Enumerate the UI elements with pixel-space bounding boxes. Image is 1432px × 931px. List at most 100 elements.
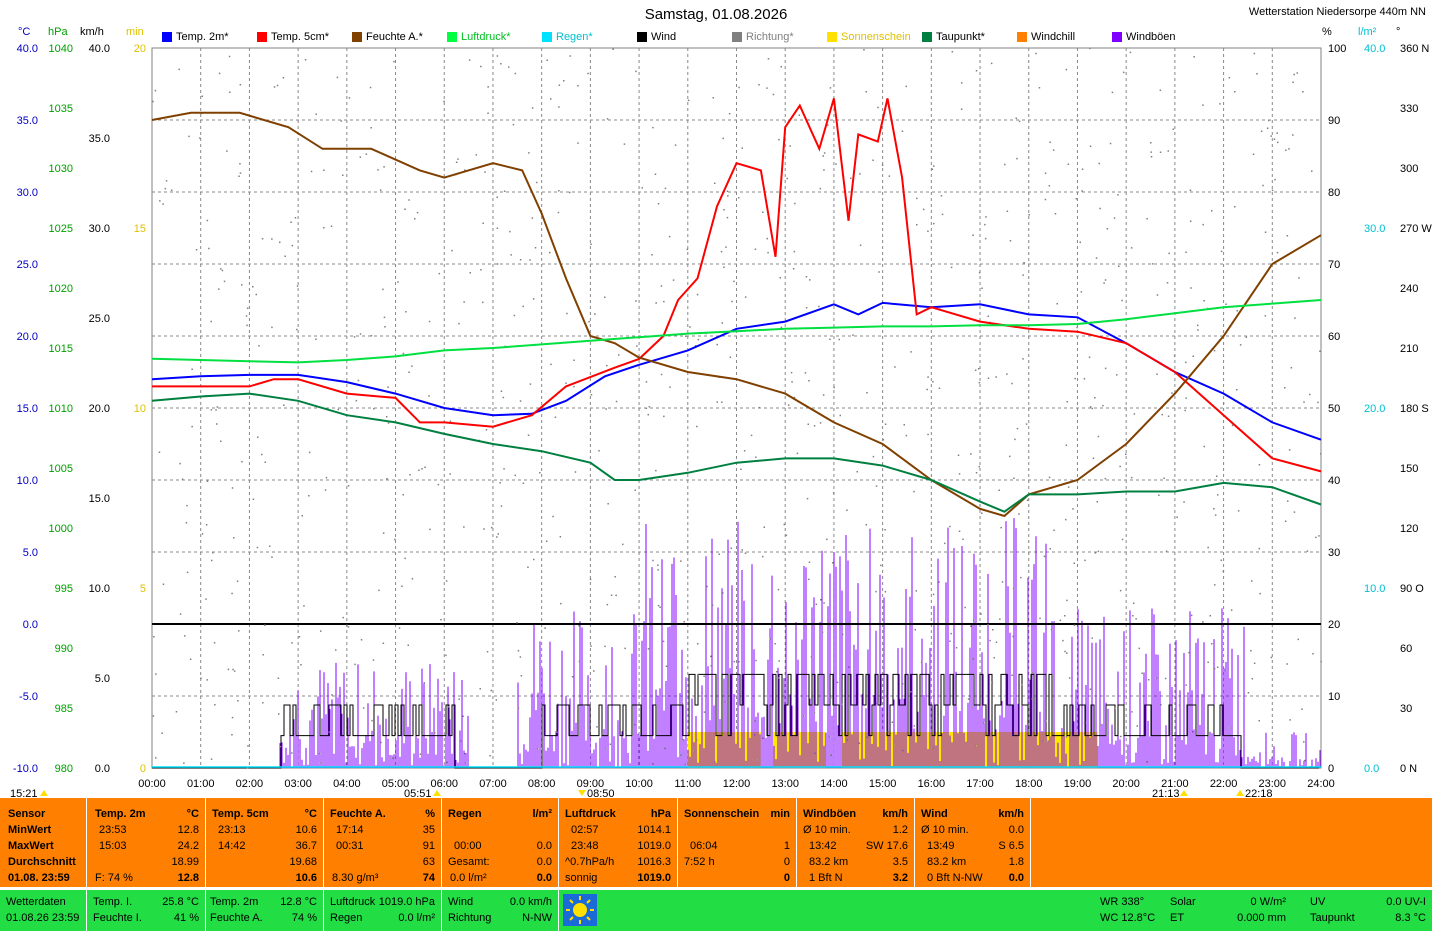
humidity-tick-label: 50 <box>1328 403 1340 415</box>
temp-tick-label: -5.0 <box>19 691 38 703</box>
cell: Taupunkt <box>1310 912 1355 924</box>
sun-tick-label: 20 <box>134 43 146 55</box>
cell: Regen <box>330 912 363 924</box>
direction-tick-label: 360 N <box>1400 43 1429 55</box>
cell: 83.2 km <box>809 856 849 868</box>
humidity-tick-label: 100 <box>1328 43 1346 55</box>
cell: 91 <box>422 840 435 852</box>
cell: 0 <box>783 872 790 884</box>
pressure-tick-label: 995 <box>55 583 73 595</box>
pressure-tick-label: 1035 <box>49 103 73 115</box>
col-unit: hPa <box>650 808 671 820</box>
pressure-tick-label: 1040 <box>49 43 73 55</box>
cell: 0.0 <box>536 840 552 852</box>
cell: WC 12.8°C <box>1100 912 1156 924</box>
sunrise-label: 05:51 <box>404 788 432 798</box>
cell: 17:14 <box>336 824 364 836</box>
cell: Solar <box>1170 896 1196 908</box>
cell: 10.6 <box>295 824 317 836</box>
temp-tick-label: 0.0 <box>23 619 38 631</box>
humidity-tick-label: 90 <box>1328 115 1340 127</box>
pressure-tick-label: 1005 <box>49 463 73 475</box>
pressure-tick-label: 1025 <box>49 223 73 235</box>
moon-mark-label: 22:18 <box>1245 788 1273 798</box>
row-label: MaxWert <box>8 840 54 852</box>
sunrise-marker-icon <box>433 790 441 796</box>
cell: Temp. 2m <box>210 896 259 908</box>
sun-tick-label: 5 <box>140 583 146 595</box>
col-sonne: Sonnenschein min 06:04 1 7:52 h 0 0 <box>678 798 797 887</box>
col-head: Sonnenschein <box>684 808 760 820</box>
direction-tick-label: 300 <box>1400 163 1418 175</box>
cell: WR 338° <box>1100 896 1145 908</box>
cell: 0 <box>783 856 790 868</box>
sun-tick-label: 15 <box>134 223 146 235</box>
temp-tick-label: 15.0 <box>17 403 38 415</box>
cell: 00:31 <box>336 840 364 852</box>
cell: Luftdruck <box>330 896 376 908</box>
cell: Gesamt: <box>448 856 490 868</box>
col-unit: °C <box>304 808 317 820</box>
x-tick-label: 06:00 <box>430 778 458 790</box>
x-tick-label: 11:00 <box>674 778 701 790</box>
stats-table: Sensor MinWert MaxWert Durchschnitt 01.0… <box>0 798 1432 887</box>
col-temp2m: Temp. 2m °C 23:53 12.8 15:03 24.2 18.99 … <box>87 798 206 887</box>
col-unit: °C <box>186 808 199 820</box>
cell: 01.08.26 23:59 <box>6 912 80 924</box>
cell: 36.7 <box>295 840 317 852</box>
weather-sun-icon <box>563 894 597 926</box>
wind-tick-label: 15.0 <box>89 493 110 505</box>
cell: 7:52 h <box>684 856 715 868</box>
cell: 1 <box>783 840 790 852</box>
col-head: Windböen <box>803 808 857 820</box>
direction-tick-label: 30 <box>1400 703 1412 715</box>
x-tick-label: 20:00 <box>1112 778 1140 790</box>
col-outdoor: Temp. 2m 12.8 °C Feuchte A. 74 % <box>206 890 324 931</box>
cell: 0.0 <box>1008 824 1024 836</box>
cell: 00:00 <box>454 840 482 852</box>
cell: S 6.5 <box>998 840 1024 852</box>
col-regen: Regen l/m² 00:00 0.0 Gesamt: 0.0 0.0 l/m… <box>442 798 559 887</box>
col-head: Temp. 2m <box>95 808 146 820</box>
humidity-tick-label: 40 <box>1328 475 1340 487</box>
x-tick-label: 22:00 <box>1210 778 1238 790</box>
wind-tick-label: 5.0 <box>95 673 110 685</box>
x-tick-label: 16:00 <box>918 778 946 790</box>
wind-tick-label: 25.0 <box>89 313 110 325</box>
col-wind: Wind km/h Ø 10 min. 0.0 13:49 S 6.5 83.2… <box>915 798 1031 887</box>
row-label: MinWert <box>8 824 52 836</box>
temp-tick-label: 5.0 <box>23 547 38 559</box>
col-unit: min <box>770 808 790 820</box>
cell: 1 Bft N <box>809 872 843 884</box>
cell: 23:13 <box>218 824 246 836</box>
cell: 74 <box>422 872 435 884</box>
wind-tick-label: 40.0 <box>89 43 110 55</box>
cell: sonnig <box>565 872 598 884</box>
cell: 0.0 <box>536 856 552 868</box>
cell: N-NW <box>522 912 552 924</box>
cell: 02:57 <box>571 824 599 836</box>
pressure-tick-label: 1000 <box>49 523 73 535</box>
rain-tick-label: 30.0 <box>1364 223 1385 235</box>
cell: 41 % <box>173 912 199 924</box>
col-unit: km/h <box>998 808 1024 820</box>
temp-tick-label: 20.0 <box>17 331 38 343</box>
cell: 1019.0 <box>637 840 671 852</box>
cell: 10.6 <box>295 872 317 884</box>
rain-tick-label: 0.0 <box>1364 763 1379 775</box>
x-tick-label: 00:00 <box>138 778 166 790</box>
direction-tick-label: 60 <box>1400 643 1412 655</box>
row-label: 01.08. 23:59 <box>8 872 70 884</box>
x-tick-label: 04:00 <box>333 778 361 790</box>
cell: ET <box>1170 912 1185 924</box>
col-wind-now: Wind 0.0 km/h Richtung N-NW <box>442 890 559 931</box>
cell: Feuchte A. <box>210 912 263 924</box>
wind-tick-label: 30.0 <box>89 223 110 235</box>
direction-tick-label: 330 <box>1400 103 1418 115</box>
temp-tick-label: 30.0 <box>17 187 38 199</box>
temp-tick-label: 25.0 <box>17 259 38 271</box>
x-tick-label: 01:00 <box>187 778 215 790</box>
humidity-tick-label: 60 <box>1328 331 1340 343</box>
humidity-tick-label: 0 <box>1328 763 1334 775</box>
pressure-tick-label: 990 <box>55 643 73 655</box>
